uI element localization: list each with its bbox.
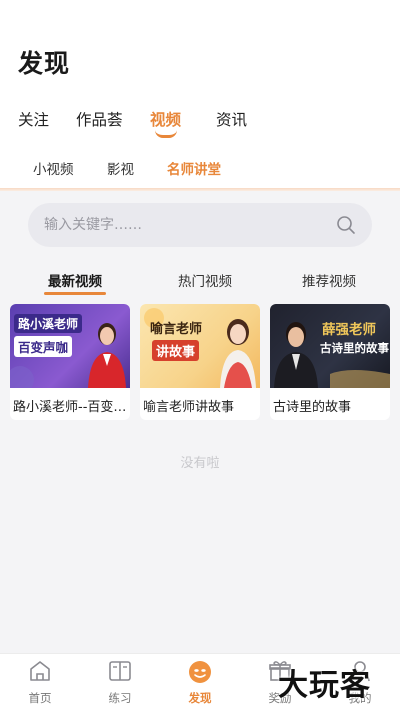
tab-latest-videos[interactable]: 最新视频	[20, 270, 130, 290]
thumbnail-subcaption: 百变声咖	[14, 336, 73, 357]
book-icon	[109, 661, 131, 681]
nav-practice-label: 练习	[108, 691, 132, 705]
thumbnail-subcaption: 讲故事	[152, 340, 200, 361]
video-card[interactable]: 喻言老师 讲故事 喻言老师讲故事	[140, 304, 260, 420]
video-list: 路小溪老师 百变声咖 路小溪老师--百变声咖 喻言老师 讲故事 喻言老师讲故事	[10, 304, 390, 420]
video-title[interactable]: 喻言老师讲故事	[143, 396, 259, 415]
tab-recommended-videos[interactable]: 推荐视频	[274, 270, 384, 290]
main-tab-bar: 关注 作品荟 视频 资讯	[0, 108, 400, 138]
tab-video[interactable]: 视频	[150, 108, 181, 130]
sub-tab-bar: 小视频 影视 名师讲堂	[0, 158, 400, 180]
tab-works[interactable]: 作品荟	[76, 108, 123, 130]
video-thumbnail[interactable]: 路小溪老师 百变声咖	[10, 304, 130, 388]
thumbnail-subcaption: 古诗里的故事	[320, 341, 389, 355]
video-card[interactable]: 路小溪老师 百变声咖 路小溪老师--百变声咖	[10, 304, 130, 420]
subtab-movies[interactable]: 影视	[107, 158, 134, 178]
video-title[interactable]: 路小溪老师--百变声咖	[13, 396, 129, 415]
video-card[interactable]: 薛强老师 古诗里的故事 古诗里的故事	[270, 304, 390, 420]
page-title: 发现	[18, 49, 71, 78]
tab-follow[interactable]: 关注	[18, 108, 49, 130]
no-more-text: 没有啦	[180, 456, 220, 471]
home-icon	[30, 661, 50, 681]
thumbnail-caption: 薛强老师	[322, 322, 376, 338]
search-bar[interactable]	[28, 203, 372, 247]
thumbnail-caption: 喻言老师	[150, 322, 203, 337]
nav-home[interactable]: 首页	[0, 654, 80, 711]
video-title[interactable]: 古诗里的故事	[273, 396, 389, 415]
video-tab-indicator	[44, 292, 106, 295]
discover-icon	[189, 661, 211, 683]
watermark-logo: 大玩客	[278, 668, 371, 703]
nav-discover-label: 发现	[188, 691, 212, 705]
thumbnail-caption: 路小溪老师	[14, 314, 83, 333]
subtab-short-video[interactable]: 小视频	[33, 158, 74, 178]
nav-practice[interactable]: 练习	[80, 654, 160, 711]
tab-news[interactable]: 资讯	[216, 108, 247, 130]
nav-home-label: 首页	[28, 691, 52, 705]
nav-discover[interactable]: 发现	[160, 654, 240, 711]
video-thumbnail[interactable]: 薛强老师 古诗里的故事	[270, 304, 390, 388]
subtab-teacher-lecture[interactable]: 名师讲堂	[167, 158, 221, 178]
tab-hot-videos[interactable]: 热门视频	[150, 270, 260, 290]
search-input[interactable]	[44, 203, 324, 247]
search-icon[interactable]	[336, 215, 356, 235]
section-divider	[0, 188, 400, 191]
video-thumbnail[interactable]: 喻言老师 讲故事	[140, 304, 260, 388]
